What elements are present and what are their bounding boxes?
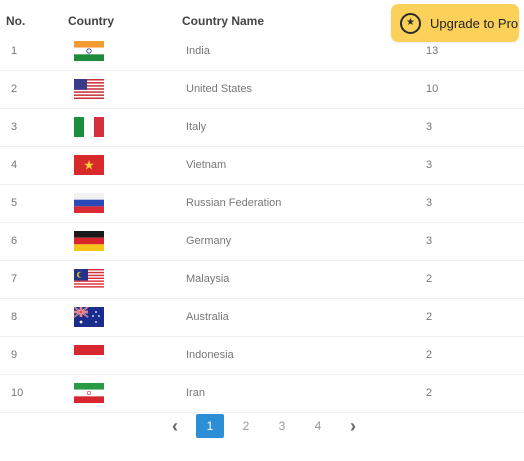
star-icon: ★ [400, 12, 421, 34]
row-number: 10 [11, 387, 24, 399]
row-number: 7 [11, 273, 18, 285]
usa-flag-icon [73, 79, 105, 99]
row-number: 3 [11, 121, 18, 133]
table-row: 6 Germany 3 [0, 223, 524, 261]
table-row: 4 Vietnam 3 [0, 147, 524, 185]
row-number: 9 [11, 349, 18, 361]
table-row: 5 Russian Federation 3 [0, 185, 524, 223]
country-count: 2 [426, 349, 433, 361]
country-name: United States [186, 83, 253, 95]
chevron-right-icon[interactable]: › [341, 414, 365, 438]
table-row: 7 Malaysia 2 [0, 261, 524, 299]
header-country-name[interactable]: Country Name [182, 14, 264, 28]
country-name: Russian Federation [186, 197, 282, 209]
country-name: Malaysia [186, 273, 230, 285]
country-count: 3 [426, 197, 433, 209]
country-count: 3 [426, 159, 433, 171]
country-count: 2 [426, 273, 433, 285]
vietnam-flag-icon [73, 155, 105, 175]
row-number: 8 [11, 311, 18, 323]
row-number: 5 [11, 197, 18, 209]
india-flag-icon [73, 41, 105, 61]
country-name: Australia [186, 311, 229, 323]
table-row: 9 Indonesia 2 [0, 337, 524, 375]
row-number: 2 [11, 83, 18, 95]
row-number: 1 [11, 45, 18, 57]
country-count: 2 [426, 311, 433, 323]
page-4-button[interactable]: 4 [306, 414, 330, 438]
country-count: 2 [426, 387, 433, 399]
iran-flag-icon [73, 383, 105, 403]
country-count: 3 [426, 121, 433, 133]
page-2-button[interactable]: 2 [234, 414, 258, 438]
country-name: Vietnam [186, 159, 227, 171]
australia-flag-icon [73, 307, 105, 327]
malaysia-flag-icon [73, 269, 105, 289]
table-row: 10 Iran 2 [0, 375, 524, 413]
pagination: ‹ 1 2 3 4 › [0, 414, 524, 440]
page-3-button[interactable]: 3 [270, 414, 294, 438]
country-count: 13 [426, 45, 439, 57]
chevron-left-icon[interactable]: ‹ [163, 414, 187, 438]
row-number: 4 [11, 159, 18, 171]
upgrade-label: Upgrade to Pro [430, 15, 519, 31]
header-country[interactable]: Country [68, 14, 114, 28]
germany-flag-icon [73, 231, 105, 251]
country-name: Germany [186, 235, 232, 247]
indonesia-flag-icon [73, 345, 105, 365]
country-count: 10 [426, 83, 439, 95]
russia-flag-icon [73, 193, 105, 213]
table-row: 2 United States 10 [0, 71, 524, 109]
country-name: Iran [186, 387, 205, 399]
italy-flag-icon [73, 117, 105, 137]
country-name: Indonesia [186, 349, 234, 361]
header-no[interactable]: No. [6, 14, 25, 28]
upgrade-to-pro-button[interactable]: ★ Upgrade to Pro [391, 4, 519, 42]
country-count: 3 [426, 235, 433, 247]
table-body: 1 India 13 2 United States 10 3 Italy 3 [0, 33, 524, 413]
table-row: 3 Italy 3 [0, 109, 524, 147]
page-1-button[interactable]: 1 [196, 414, 224, 438]
country-name: India [186, 45, 210, 57]
row-number: 6 [11, 235, 18, 247]
table-row: 8 Australia 2 [0, 299, 524, 337]
country-name: Italy [186, 121, 207, 133]
